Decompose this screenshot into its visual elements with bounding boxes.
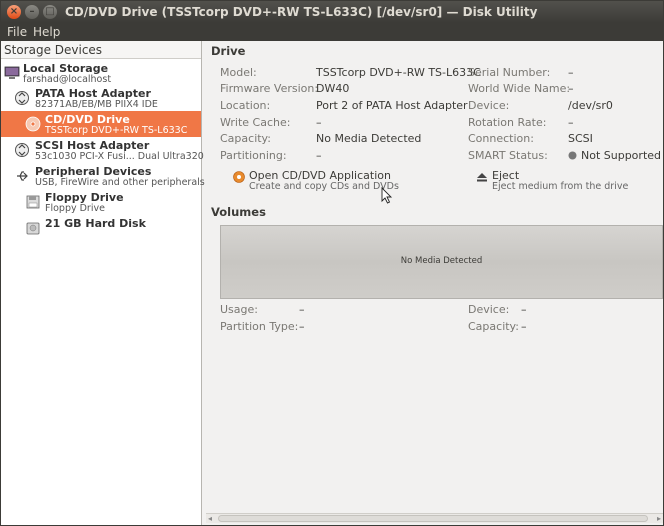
scroll-right-icon[interactable]: ▸: [657, 514, 661, 523]
sidebar-item-hard-disk[interactable]: 21 GB Hard Disk: [1, 215, 201, 241]
sidebar-item-local-storage[interactable]: Local Storage farshad@localhost: [1, 60, 201, 86]
sidebar-item-floppy-drive[interactable]: Floppy Drive Floppy Drive: [1, 189, 201, 215]
sidebar-item-label: 21 GB Hard Disk: [45, 217, 146, 230]
sidebar-item-sublabel: 82371AB/EB/MB PIIX4 IDE: [35, 99, 158, 110]
computer-icon: [4, 66, 20, 79]
volume-graphic-label: No Media Detected: [400, 256, 483, 266]
eject-icon: [477, 173, 487, 182]
sidebar-item-sublabel: 53c1030 PCI-X Fusi... Dual Ultra320 SCSI: [35, 151, 229, 162]
drive-device-label: Device:: [468, 99, 510, 112]
sidebar-item-peripheral-devices[interactable]: Peripheral Devices USB, FireWire and oth…: [1, 163, 205, 189]
drive-serial-value: –: [568, 66, 574, 79]
maximize-window-button[interactable]: □: [43, 5, 57, 19]
drive-partitioning-value: –: [316, 149, 322, 162]
sidebar-item-scsi-host-adapter[interactable]: SCSI Host Adapter 53c1030 PCI-X Fusi... …: [1, 137, 228, 163]
drive-location-label: Location:: [220, 99, 271, 112]
drive-capacity-label: Capacity:: [220, 132, 271, 145]
volume-graphic[interactable]: No Media Detected: [220, 225, 663, 299]
details-panel: Drive Model: TSSTcorp DVD+-RW TS-L633C F…: [206, 41, 663, 525]
volume-device-value: –: [521, 303, 527, 316]
sidebar-item-cd-dvd-drive[interactable]: CD/DVD Drive TSSTcorp DVD+-RW TS-L633C: [1, 111, 201, 137]
drive-rotation-value: –: [568, 116, 574, 129]
floppy-icon: [26, 195, 40, 209]
sidebar-item-pata-host-adapter[interactable]: PATA Host Adapter 82371AB/EB/MB PIIX4 ID…: [1, 85, 201, 111]
adapter-icon: [15, 143, 29, 157]
drive-wwn-label: World Wide Name:: [468, 82, 571, 95]
menu-file[interactable]: File: [7, 25, 27, 39]
drive-smart-label: SMART Status:: [468, 149, 548, 162]
minimize-window-button[interactable]: –: [25, 5, 39, 19]
drive-device-value: /dev/sr0: [568, 99, 613, 112]
horizontal-scrollbar[interactable]: ◂ ▸: [206, 513, 663, 523]
drive-capacity-value: No Media Detected: [316, 132, 422, 145]
adapter-icon: [15, 91, 29, 105]
drive-write-cache-value: –: [316, 116, 322, 129]
status-dot-icon: [568, 151, 577, 160]
sidebar-item-sublabel: Floppy Drive: [45, 203, 105, 214]
close-window-button[interactable]: ×: [7, 5, 21, 19]
drive-location-value: Port 2 of PATA Host Adapter: [316, 99, 468, 112]
hard-disk-icon: [26, 222, 40, 235]
menu-bar: File Help: [1, 23, 663, 41]
action-subtitle: Create and copy CDs and DVDs: [249, 181, 399, 192]
drive-firmware-value: DW40: [316, 82, 350, 95]
volume-usage-label: Usage:: [220, 303, 258, 316]
title-bar[interactable]: × – □ CD/DVD Drive (TSSTcorp DVD+-RW TS-…: [1, 1, 663, 23]
volume-device-label: Device:: [468, 303, 510, 316]
volume-partition-type-value: –: [299, 320, 305, 333]
usb-icon: [17, 171, 28, 181]
drive-write-cache-label: Write Cache:: [220, 116, 291, 129]
storage-devices-sidebar: Storage Devices Local Storage farshad@lo…: [1, 41, 228, 525]
volume-partition-type-label: Partition Type:: [220, 320, 299, 333]
volume-capacity-value: –: [521, 320, 527, 333]
sidebar-item-sublabel: farshad@localhost: [23, 74, 112, 85]
burner-app-icon: [233, 171, 245, 183]
volume-capacity-label: Capacity:: [468, 320, 519, 333]
scrollbar-thumb[interactable]: [218, 515, 648, 522]
drive-section-title: Drive: [211, 44, 246, 58]
drive-connection-value: SCSI: [568, 132, 593, 145]
drive-model-value: TSSTcorp DVD+-RW TS-L633C: [316, 66, 481, 79]
volume-usage-value: –: [299, 303, 305, 316]
window-title: CD/DVD Drive (TSSTcorp DVD+-RW TS-L633C)…: [65, 5, 538, 19]
drive-rotation-label: Rotation Rate:: [468, 116, 547, 129]
drive-partitioning-label: Partitioning:: [220, 149, 287, 162]
optical-drive-icon: [25, 116, 41, 132]
scroll-left-icon[interactable]: ◂: [208, 514, 212, 523]
drive-wwn-value: –: [568, 82, 574, 95]
action-subtitle: Eject medium from the drive: [492, 181, 629, 192]
volumes-section-title: Volumes: [211, 205, 266, 219]
sidebar-item-sublabel: TSSTcorp DVD+-RW TS-L633C: [45, 125, 188, 136]
sidebar-header: Storage Devices: [1, 41, 201, 59]
eject-button[interactable]: Eject Eject medium from the drive: [476, 169, 629, 195]
drive-smart-value: Not Supported: [581, 149, 662, 162]
drive-serial-label: Serial Number:: [468, 66, 551, 79]
mouse-pointer-icon: [381, 187, 393, 204]
menu-help[interactable]: Help: [33, 25, 60, 39]
disk-utility-window: × – □ CD/DVD Drive (TSSTcorp DVD+-RW TS-…: [0, 0, 664, 526]
drive-model-label: Model:: [220, 66, 257, 79]
sidebar-item-sublabel: USB, FireWire and other peripherals: [35, 177, 205, 188]
drive-connection-label: Connection:: [468, 132, 534, 145]
drive-firmware-label: Firmware Version:: [220, 82, 319, 95]
